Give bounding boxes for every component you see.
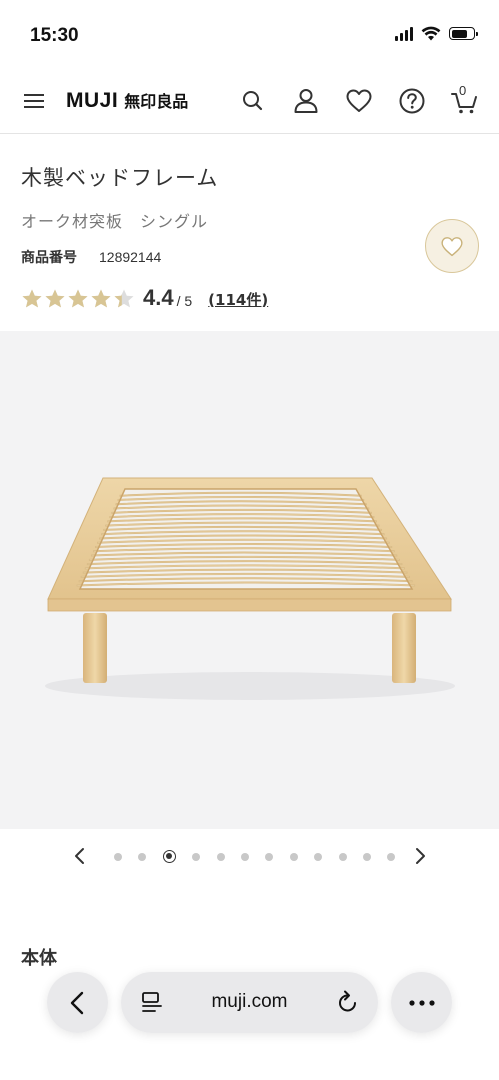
carousel-dot[interactable] [387, 852, 396, 861]
star-icon [45, 289, 65, 307]
image-carousel-nav [0, 843, 499, 869]
browser-back-button[interactable] [47, 972, 108, 1033]
battery-icon [449, 27, 478, 40]
muji-logo[interactable]: MUJI 無印良品 [66, 88, 188, 113]
carousel-dot[interactable] [240, 852, 249, 861]
product-title: 木製ベッドフレーム [21, 166, 219, 190]
cart-button[interactable]: 0 [450, 83, 480, 116]
product-code-label: 商品番号 [21, 250, 77, 266]
carousel-dot[interactable] [192, 852, 201, 861]
menu-icon[interactable] [24, 92, 44, 110]
back-arrow-icon [70, 991, 83, 1014]
favorite-icon[interactable] [344, 86, 374, 116]
carousel-next-arrow-icon[interactable] [410, 845, 430, 867]
carousel-dot[interactable] [362, 852, 371, 861]
rating-stars [21, 288, 135, 309]
help-icon[interactable] [397, 86, 427, 116]
product-code: 商品番号 12892144 [21, 247, 161, 267]
more-options-button[interactable] [391, 972, 452, 1033]
rating-row: 4.4 / 5 (114件) [21, 285, 268, 311]
reload-icon[interactable] [336, 989, 360, 1015]
status-bar: 15:30 [0, 0, 499, 70]
wifi-icon [421, 26, 441, 41]
browser-toolbar: muji.com [0, 964, 499, 1044]
add-to-favorites-button[interactable] [425, 219, 479, 273]
logo-text-en: MUJI [66, 89, 119, 112]
star-icon [22, 289, 42, 307]
carousel-dots [114, 850, 412, 863]
star-icon [91, 289, 111, 307]
status-icons [395, 26, 478, 41]
carousel-dot[interactable] [338, 852, 347, 861]
carousel-dot[interactable] [114, 852, 122, 861]
account-icon[interactable] [291, 86, 321, 116]
status-time: 15:30 [30, 25, 79, 46]
heart-icon [441, 237, 463, 257]
address-bar[interactable]: muji.com [121, 972, 378, 1033]
carousel-dot[interactable] [138, 852, 147, 861]
review-count-link[interactable]: (114件) [208, 287, 268, 310]
product-variant: オーク材突板 シングル [21, 212, 209, 231]
product-image[interactable] [0, 331, 499, 829]
site-header: MUJI 無印良品 0 [0, 72, 499, 134]
carousel-dot[interactable] [265, 852, 274, 861]
cart-count: 0 [459, 83, 467, 98]
cellular-signal-icon [395, 26, 413, 41]
product-code-value: 12892144 [99, 249, 162, 265]
ellipsis-icon [408, 999, 435, 1006]
bed-frame-illustration [45, 477, 455, 700]
search-icon[interactable] [238, 86, 268, 116]
logo-text-jp: 無印良品 [124, 92, 189, 111]
star-icon [114, 289, 134, 307]
carousel-prev-arrow-icon[interactable] [70, 845, 90, 867]
carousel-dot[interactable] [314, 852, 323, 861]
star-icon [68, 289, 88, 307]
carousel-dot[interactable] [162, 850, 176, 863]
rating-max: / 5 [176, 293, 193, 309]
carousel-dot[interactable] [289, 852, 298, 861]
rating-value: 4.4 [143, 285, 174, 310]
carousel-dot[interactable] [216, 852, 225, 861]
